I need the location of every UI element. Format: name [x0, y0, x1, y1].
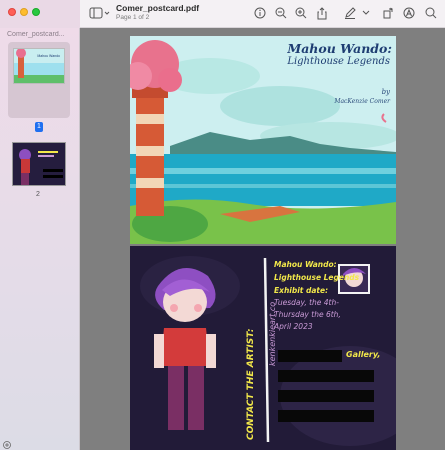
exhibit-date-label: Exhibit date: [274, 286, 329, 295]
page-1-label: 1 [35, 122, 43, 132]
back-title: Mahou Wando: [274, 260, 337, 269]
postcard-subtitle: Lighthouse Legends [287, 56, 390, 67]
document-canvas[interactable]: Mahou Wando: Lighthouse Legends by MacKe… [80, 28, 445, 450]
thumbnail-1-image: Mahou Wando [14, 49, 64, 83]
date-line-3: April 2023 [274, 322, 313, 331]
search-button[interactable] [424, 6, 438, 20]
zoom-out-button[interactable] [274, 6, 288, 20]
redacted-line-2 [278, 370, 374, 382]
annotate-icon [403, 7, 415, 19]
markup-menu-button[interactable] [362, 6, 370, 20]
markup-pen-icon [345, 7, 356, 19]
back-subtitle: Lighthouse Legends [274, 273, 360, 282]
document-title: Comer_postcard.pdf [116, 3, 200, 13]
zoom-window-button[interactable] [32, 8, 40, 16]
postcard-front-illustration [130, 36, 396, 244]
date-line-2: Thursday the 6th, [274, 310, 341, 319]
postcard-by: by [381, 88, 390, 96]
thumbnail-2-image [13, 143, 65, 185]
date-line-1: Tuesday, the 4th- [274, 298, 339, 307]
pdf-page-1: Mahou Wando: Lighthouse Legends by MacKe… [130, 36, 396, 244]
page-2-label: 2 [36, 191, 40, 198]
pdf-page-2: Mahou Wando: Lighthouse Legends Exhibit … [130, 246, 396, 450]
rotate-icon [383, 7, 393, 19]
redacted-line-1 [278, 350, 342, 362]
zoom-in-button[interactable] [294, 6, 308, 20]
postcard-title: Mahou Wando: [287, 41, 392, 56]
share-icon [317, 6, 327, 19]
contact-artist-label: CONTACT THE ARTIST: [246, 328, 256, 440]
gallery-text: Gallery, [346, 350, 381, 359]
postcard-author: MacKenzie Comer [334, 98, 390, 105]
search-icon [425, 7, 437, 19]
info-button[interactable] [253, 6, 267, 20]
page-thumbnail-2[interactable] [12, 142, 66, 186]
sidebar-icon [89, 7, 110, 19]
redacted-line-3 [278, 390, 374, 402]
sidebar-document-name: Comer_postcard... [7, 31, 65, 38]
add-page-button[interactable] [3, 436, 11, 449]
artist-website: kenkenkieart.co [268, 301, 277, 366]
close-window-button[interactable] [8, 8, 16, 16]
markup-button[interactable] [343, 6, 357, 20]
page-count: Page 1 of 2 [116, 14, 150, 21]
sidebar-toggle-button[interactable] [89, 6, 111, 20]
zoom-out-icon [275, 7, 287, 19]
plus-icon [3, 441, 11, 449]
page-thumbnail-1[interactable]: Mahou Wando [13, 48, 65, 84]
chevron-down-icon [362, 10, 370, 15]
svg-text:Mahou Wando: Mahou Wando [37, 54, 60, 58]
zoom-in-icon [295, 7, 307, 19]
share-button[interactable] [315, 6, 329, 20]
info-icon [254, 7, 266, 19]
rotate-button[interactable] [381, 6, 395, 20]
minimize-window-button[interactable] [20, 8, 28, 16]
thumbnail-sidebar: Comer_postcard... Mahou Wando 1 2 [0, 28, 80, 450]
redacted-line-4 [278, 410, 374, 422]
annotate-button[interactable] [402, 6, 416, 20]
